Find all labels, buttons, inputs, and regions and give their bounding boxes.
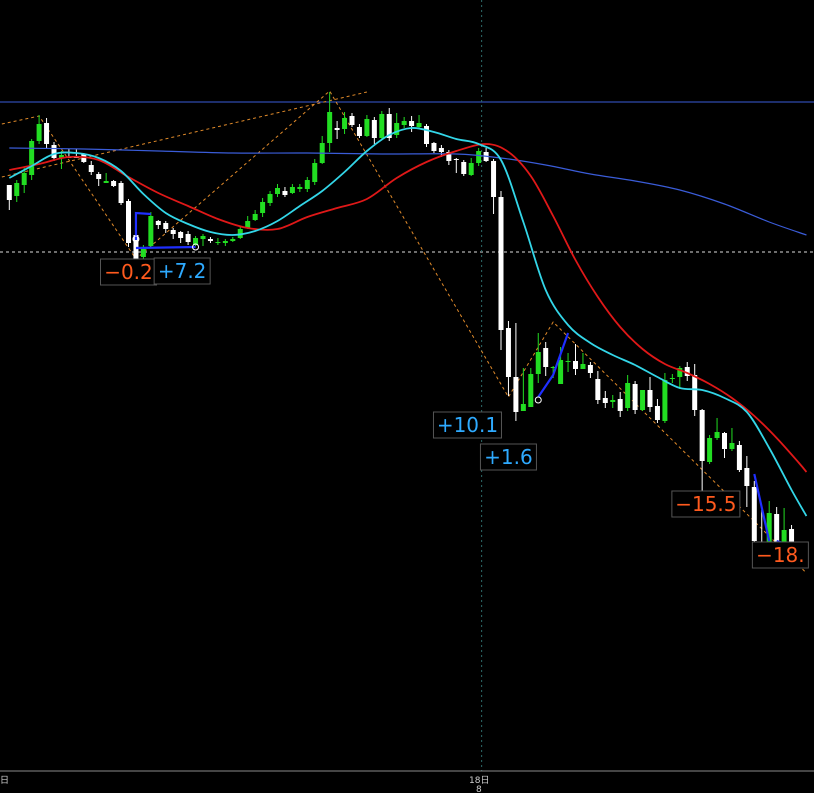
candle-body xyxy=(222,241,228,243)
candlestick-chart: −0.2 +7.2+10.1+1.6−15.5−18. 日 18日 8 xyxy=(0,0,814,793)
candle-body xyxy=(610,400,616,402)
chart-background xyxy=(0,0,814,793)
candle-body xyxy=(185,234,191,242)
candle-body xyxy=(714,432,720,438)
candle-body xyxy=(342,118,348,129)
candle-body xyxy=(498,197,504,330)
candle-body xyxy=(111,181,117,186)
candle-body xyxy=(520,404,526,411)
value-label: +7.2 xyxy=(158,259,207,283)
value-label: −18. xyxy=(756,543,805,567)
candle-body xyxy=(543,348,549,367)
candle-body xyxy=(476,151,482,163)
candle-body xyxy=(371,120,377,138)
candle-body xyxy=(148,216,154,246)
candle-body xyxy=(140,249,146,257)
candle-body xyxy=(96,174,102,179)
candle-body xyxy=(178,232,184,238)
candle-body xyxy=(580,364,586,369)
candle-body xyxy=(438,148,444,152)
candle-body xyxy=(14,183,20,196)
candle-body xyxy=(461,162,467,174)
candle-body xyxy=(289,187,295,193)
candle-body xyxy=(215,242,221,243)
candle-body xyxy=(334,128,340,130)
x-tick-sublabel: 8 xyxy=(476,785,482,793)
candle-body xyxy=(312,163,318,182)
candle-body xyxy=(424,126,429,144)
candle-body xyxy=(260,202,266,213)
candle-body xyxy=(729,443,735,449)
value-label: −15.5 xyxy=(675,492,736,516)
x-tick-label-first: 日 xyxy=(0,775,9,786)
candle-body xyxy=(774,514,780,542)
candle-body xyxy=(654,406,660,420)
value-label: −0.2 xyxy=(104,260,153,284)
candle-body xyxy=(505,328,511,377)
candle-body xyxy=(617,399,623,411)
candle-body xyxy=(744,468,750,486)
candle-body xyxy=(632,384,638,410)
candle-body xyxy=(21,173,27,185)
candle-body xyxy=(126,201,131,243)
candle-body xyxy=(327,112,333,143)
candle-body xyxy=(282,191,288,195)
candle-body xyxy=(640,390,646,410)
candle-body xyxy=(349,116,355,125)
candle-body xyxy=(304,180,310,189)
candle-body xyxy=(44,123,50,144)
candle-body xyxy=(155,221,161,225)
candle-body xyxy=(468,163,474,175)
drawing-line xyxy=(135,245,196,250)
candle-body xyxy=(707,438,713,462)
candle-body xyxy=(602,398,608,403)
candle-body xyxy=(379,114,385,138)
candle-body xyxy=(565,361,571,362)
candle-body xyxy=(625,383,631,408)
candle-body xyxy=(692,375,698,410)
candle-body xyxy=(736,445,742,470)
candle-body xyxy=(528,374,534,407)
value-label: +1.6 xyxy=(484,445,533,469)
candle-body xyxy=(587,365,593,373)
candle-body xyxy=(356,127,362,136)
candle-body xyxy=(364,119,370,136)
candle-body xyxy=(51,145,57,158)
candle-body xyxy=(88,165,94,172)
candle-body xyxy=(409,121,415,126)
candle-body xyxy=(558,360,564,384)
candle-body xyxy=(751,487,757,541)
candle-body xyxy=(267,194,273,203)
candle-body xyxy=(416,123,422,127)
candle-body xyxy=(103,181,109,183)
candle-body xyxy=(170,230,176,234)
candle-body xyxy=(401,121,407,125)
candle-body xyxy=(535,352,541,374)
value-label: +10.1 xyxy=(437,413,498,437)
candle-body xyxy=(29,141,35,175)
candle-body xyxy=(252,214,258,220)
candle-body xyxy=(230,239,236,241)
candle-body xyxy=(699,410,705,461)
candle-body xyxy=(118,183,124,203)
candle-body xyxy=(207,239,213,241)
candle-body xyxy=(297,187,303,189)
candle-body xyxy=(275,188,280,194)
candle-body xyxy=(453,159,459,160)
candle-body xyxy=(722,433,727,449)
candle-body xyxy=(163,223,169,229)
candle-body xyxy=(36,124,42,141)
candle-body xyxy=(669,378,675,379)
candle-body xyxy=(513,377,519,412)
candle-body xyxy=(491,161,497,197)
candle-body xyxy=(200,236,206,239)
candle-body xyxy=(647,390,653,407)
candle-body xyxy=(662,380,668,421)
candle-body xyxy=(781,530,787,543)
candle-body xyxy=(6,185,12,200)
candle-body xyxy=(595,379,601,400)
candle-body xyxy=(573,361,578,369)
candle-body xyxy=(431,143,437,151)
